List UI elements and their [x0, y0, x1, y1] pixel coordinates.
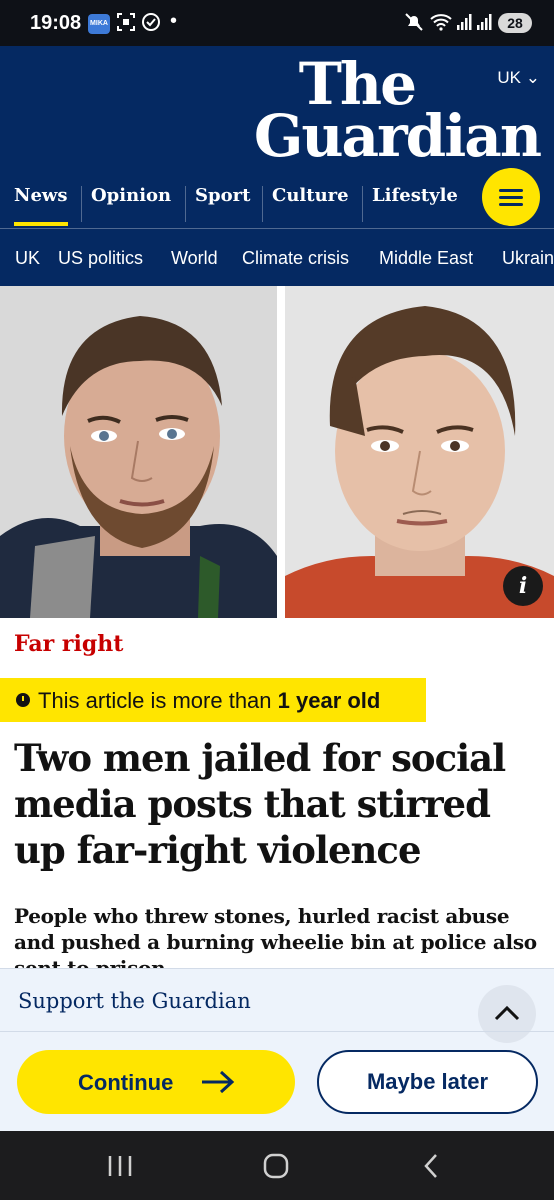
collapse-banner-button[interactable] — [478, 985, 536, 1043]
home-icon — [263, 1153, 289, 1179]
pillar-nav: News Opinion Sport Culture Lifestyle — [0, 176, 470, 226]
support-banner: Support the Guardian Continue Maybe late… — [0, 968, 554, 1131]
check-circle-icon — [141, 12, 161, 37]
subnav-middle-east[interactable]: Middle East — [379, 248, 473, 269]
dot-icon: • — [170, 10, 178, 32]
hamburger-icon — [499, 189, 523, 192]
app-notification-icon: MIKA — [88, 14, 110, 34]
article-headline: Two men jailed for social media posts th… — [14, 736, 506, 872]
subnav-ukraine[interactable]: Ukraine — [502, 248, 554, 269]
site-header: UK ⌄ The Guardian News Opinion Sport Cul… — [0, 46, 554, 286]
pillar-lifestyle[interactable]: Lifestyle — [372, 176, 458, 226]
recent-apps-icon — [108, 1156, 132, 1176]
subnav-world[interactable]: World — [171, 248, 218, 269]
pillar-opinion[interactable]: Opinion — [91, 176, 171, 226]
article-standfirst: People who threw stones, hurled racist a… — [14, 904, 537, 971]
sub-nav: UK US politics World Climate crisis Midd… — [0, 229, 554, 286]
recent-apps-button[interactable] — [100, 1149, 140, 1183]
continue-label: Continue — [78, 1070, 174, 1095]
clock-icon — [16, 693, 30, 707]
pillar-divider — [81, 186, 82, 222]
subnav-climate-crisis[interactable]: Climate crisis — [242, 248, 349, 269]
signal-icon — [456, 12, 472, 37]
back-icon — [424, 1154, 437, 1178]
arrow-right-icon — [202, 1070, 235, 1094]
hamburger-icon-bar — [499, 196, 523, 199]
age-notice-text: This article is more than 1 year old — [38, 688, 380, 714]
pillar-news[interactable]: News — [14, 176, 68, 226]
banner-divider — [0, 1031, 554, 1032]
subnav-uk[interactable]: UK — [15, 248, 40, 269]
age-notice-prefix: This article is more than — [38, 688, 278, 713]
screenshot-icon — [116, 12, 136, 37]
menu-button[interactable] — [482, 168, 540, 226]
article-main-image — [0, 286, 554, 618]
age-notice-bold: 1 year old — [277, 688, 381, 713]
system-nav-bar — [0, 1131, 554, 1200]
pillar-culture[interactable]: Culture — [272, 176, 349, 226]
mute-icon — [404, 12, 424, 37]
mugshot-left — [0, 286, 277, 618]
guardian-logo[interactable]: The Guardian — [240, 55, 542, 165]
image-info-button[interactable]: i — [503, 566, 543, 606]
status-time: 19:08 — [30, 12, 82, 34]
logo-line-2: Guardian — [253, 102, 542, 170]
support-banner-title: Support the Guardian — [18, 989, 251, 1013]
wifi-icon — [430, 12, 452, 37]
subnav-us-politics[interactable]: US politics — [58, 248, 143, 269]
signal-icon-2 — [476, 12, 494, 37]
article-age-notice: This article is more than 1 year old — [0, 678, 426, 722]
status-bar: 19:08 MIKA • 28 — [0, 0, 554, 46]
back-button[interactable] — [412, 1149, 452, 1183]
pillar-sport[interactable]: Sport — [195, 176, 250, 226]
chevron-up-icon — [494, 1005, 520, 1021]
pillar-divider — [262, 186, 263, 222]
section-kicker[interactable]: Far right — [14, 631, 123, 657]
pillar-divider — [185, 186, 186, 222]
battery-indicator: 28 — [498, 13, 532, 33]
pillar-divider — [362, 186, 363, 222]
continue-button[interactable]: Continue — [17, 1050, 295, 1114]
maybe-later-button[interactable]: Maybe later — [317, 1050, 538, 1114]
home-button[interactable] — [256, 1149, 296, 1183]
hamburger-icon-bar — [499, 203, 523, 206]
